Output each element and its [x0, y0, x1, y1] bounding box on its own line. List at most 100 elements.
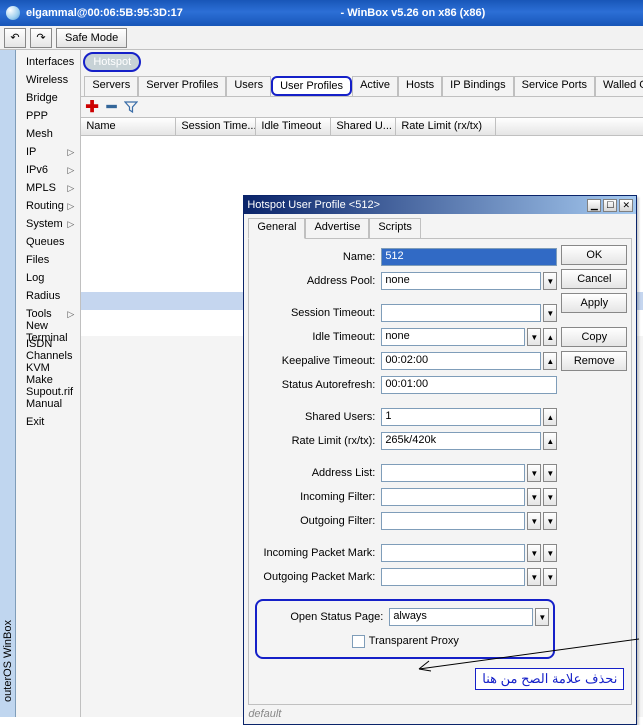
- shared-users-label: Shared Users:: [253, 411, 381, 423]
- name-input[interactable]: 512: [381, 248, 557, 266]
- idle-timeout-dropdown[interactable]: ▼: [527, 328, 541, 346]
- sidebar-item-label: Bridge: [26, 92, 58, 104]
- add-button[interactable]: ✚: [85, 97, 98, 117]
- remove-profile-button[interactable]: Remove: [561, 351, 627, 371]
- grid-col-0[interactable]: Name: [81, 118, 176, 135]
- sidebar-item-exit[interactable]: Exit: [16, 413, 80, 431]
- outgoing-filter-label: Outgoing Filter:: [253, 515, 381, 527]
- outgoing-packet-mark-label: Outgoing Packet Mark:: [253, 571, 381, 583]
- close-button[interactable]: ✕: [619, 199, 633, 212]
- incoming-filter-dropdown[interactable]: ▼: [527, 488, 541, 506]
- idle-timeout-collapse[interactable]: ▲: [543, 328, 557, 346]
- sidebar-item-mesh[interactable]: Mesh: [16, 125, 80, 143]
- sidebar-item-label: ISDN Channels: [26, 338, 74, 362]
- address-pool-dropdown[interactable]: ▼: [543, 272, 557, 290]
- incoming-filter-input[interactable]: [381, 488, 525, 506]
- sidebar-item-log[interactable]: Log: [16, 269, 80, 287]
- transparent-proxy-checkbox[interactable]: [352, 635, 365, 648]
- sub-tab-users[interactable]: Users: [226, 76, 271, 96]
- sidebar-item-label: Files: [26, 254, 49, 266]
- apply-button[interactable]: Apply: [561, 293, 627, 313]
- dialog-tab-bar: GeneralAdvertiseScripts: [248, 218, 632, 238]
- redo-button[interactable]: ↷: [30, 28, 52, 48]
- grid-col-4[interactable]: Rate Limit (rx/tx): [396, 118, 496, 135]
- maximize-button[interactable]: ☐: [603, 199, 617, 212]
- incoming-filter-expand[interactable]: ▼: [543, 488, 557, 506]
- outgoing-filter-dropdown[interactable]: ▼: [527, 512, 541, 530]
- session-timeout-label: Session Timeout:: [253, 307, 381, 319]
- shared-users-collapse[interactable]: ▲: [543, 408, 557, 426]
- sidebar-item-make-supout-rif[interactable]: Make Supout.rif: [16, 377, 80, 395]
- sub-tab-service-ports[interactable]: Service Ports: [514, 76, 595, 96]
- address-pool-input[interactable]: none: [381, 272, 541, 290]
- idle-timeout-input[interactable]: none: [381, 328, 525, 346]
- sidebar-item-bridge[interactable]: Bridge: [16, 89, 80, 107]
- address-list-expand[interactable]: ▼: [543, 464, 557, 482]
- sidebar-item-queues[interactable]: Queues: [16, 233, 80, 251]
- open-status-label: Open Status Page:: [261, 611, 389, 623]
- cancel-button[interactable]: Cancel: [561, 269, 627, 289]
- outgoing-filter-expand[interactable]: ▼: [543, 512, 557, 530]
- outgoing-packet-mark-expand[interactable]: ▼: [543, 568, 557, 586]
- open-status-dropdown[interactable]: ▼: [535, 608, 549, 626]
- status-autorefresh-input[interactable]: 00:01:00: [381, 376, 557, 394]
- sidebar-item-label: MPLS: [26, 182, 56, 194]
- sidebar-item-wireless[interactable]: Wireless: [16, 71, 80, 89]
- ok-button[interactable]: OK: [561, 245, 627, 265]
- rate-limit-collapse[interactable]: ▲: [543, 432, 557, 450]
- dialog-titlebar[interactable]: Hotspot User Profile <512> ▁ ☐ ✕: [244, 196, 636, 214]
- sidebar-item-radius[interactable]: Radius: [16, 287, 80, 305]
- idle-timeout-label: Idle Timeout:: [253, 331, 381, 343]
- sidebar-item-interfaces[interactable]: Interfaces: [16, 53, 80, 71]
- grid-col-3[interactable]: Shared U...: [331, 118, 396, 135]
- sub-tab-active[interactable]: Active: [352, 76, 398, 96]
- incoming-packet-mark-dropdown[interactable]: ▼: [527, 544, 541, 562]
- sidebar-item-label: IP: [26, 146, 36, 158]
- sidebar-item-ipv6[interactable]: IPv6▷: [16, 161, 80, 179]
- session-timeout-expand[interactable]: ▼: [543, 304, 557, 322]
- minimize-button[interactable]: ▁: [587, 199, 601, 212]
- outgoing-packet-mark-input[interactable]: [381, 568, 525, 586]
- address-list-input[interactable]: [381, 464, 525, 482]
- keepalive-timeout-input[interactable]: 00:02:00: [381, 352, 541, 370]
- sub-tab-server-profiles[interactable]: Server Profiles: [138, 76, 226, 96]
- filter-icon[interactable]: [124, 100, 138, 114]
- address-list-dropdown[interactable]: ▼: [527, 464, 541, 482]
- tool-row: ✚ ━: [81, 96, 643, 118]
- session-timeout-input[interactable]: [381, 304, 541, 322]
- keepalive-timeout-collapse[interactable]: ▲: [543, 352, 557, 370]
- shared-users-input[interactable]: 1: [381, 408, 541, 426]
- open-status-input[interactable]: always: [389, 608, 533, 626]
- sub-tab-walled-ga[interactable]: Walled Ga: [595, 76, 643, 96]
- dialog-tab-general[interactable]: General: [248, 218, 305, 239]
- incoming-packet-mark-expand[interactable]: ▼: [543, 544, 557, 562]
- sidebar-item-system[interactable]: System▷: [16, 215, 80, 233]
- status-autorefresh-label: Status Autorefresh:: [253, 379, 381, 391]
- outgoing-packet-mark-dropdown[interactable]: ▼: [527, 568, 541, 586]
- remove-button[interactable]: ━: [107, 97, 117, 117]
- sub-tab-ip-bindings[interactable]: IP Bindings: [442, 76, 513, 96]
- sidebar-item-label: Wireless: [26, 74, 68, 86]
- sidebar-item-ip[interactable]: IP▷: [16, 143, 80, 161]
- safe-mode-button[interactable]: Safe Mode: [56, 28, 127, 48]
- incoming-packet-mark-input[interactable]: [381, 544, 525, 562]
- sidebar-item-isdn-channels[interactable]: ISDN Channels: [16, 341, 80, 359]
- sub-tab-user-profiles[interactable]: User Profiles: [271, 76, 352, 96]
- sidebar-item-routing[interactable]: Routing▷: [16, 197, 80, 215]
- dialog-tab-advertise[interactable]: Advertise: [305, 218, 369, 238]
- keepalive-timeout-label: Keepalive Timeout:: [253, 355, 381, 367]
- sidebar-item-ppp[interactable]: PPP: [16, 107, 80, 125]
- rate-limit-input[interactable]: 265k/420k: [381, 432, 541, 450]
- outgoing-filter-input[interactable]: [381, 512, 525, 530]
- copy-button[interactable]: Copy: [561, 327, 627, 347]
- window-tab-hotspot[interactable]: Hotspot: [83, 52, 141, 72]
- sub-tab-hosts[interactable]: Hosts: [398, 76, 442, 96]
- dialog-tab-scripts[interactable]: Scripts: [369, 218, 421, 238]
- sub-tab-servers[interactable]: Servers: [84, 76, 138, 96]
- undo-button[interactable]: ↶: [4, 28, 26, 48]
- sidebar-item-files[interactable]: Files: [16, 251, 80, 269]
- grid-col-2[interactable]: Idle Timeout: [256, 118, 331, 135]
- grid-col-1[interactable]: Session Time...: [176, 118, 256, 135]
- sidebar-item-label: Tools: [26, 308, 52, 320]
- sidebar-item-mpls[interactable]: MPLS▷: [16, 179, 80, 197]
